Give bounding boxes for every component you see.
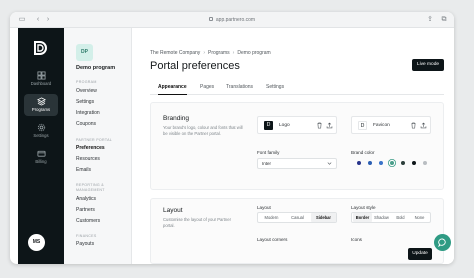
- tab-bar: Appearance Pages Translations Settings: [150, 82, 444, 95]
- breadcrumb-item[interactable]: Demo program: [237, 50, 270, 56]
- rail-item-billing[interactable]: Billing: [24, 146, 58, 168]
- branding-description: Your brand's logo, colour and fonts that…: [163, 125, 243, 136]
- tab-settings[interactable]: Settings: [266, 82, 284, 95]
- layout-label: Layout: [257, 205, 271, 210]
- upload-icon[interactable]: [326, 122, 333, 129]
- favicon-label: Favicon: [373, 123, 390, 128]
- main-content: The Remote Company › Programs › Demo program…: [132, 28, 454, 264]
- sidebar-link-payouts[interactable]: Payouts: [76, 241, 94, 247]
- favicon-preview: D: [358, 121, 367, 130]
- brand-color-label: Brand color: [351, 150, 375, 155]
- browser-toolbar: ▭ ‹ › app.partnero.com ⇪ ⧉: [10, 12, 454, 28]
- brand-color-swatch[interactable]: [357, 161, 361, 165]
- brand-color-swatch[interactable]: [412, 161, 416, 165]
- chat-button[interactable]: [434, 234, 451, 251]
- layout-corners-label: Layout corners: [257, 237, 288, 242]
- trash-icon[interactable]: [316, 122, 323, 129]
- favicon-upload[interactable]: D Favicon: [351, 116, 431, 134]
- sidebar-section-title: REPORTING & MANAGEMENT: [76, 183, 105, 192]
- partnero-logo-icon[interactable]: [32, 40, 48, 56]
- sidebar-link-preferences[interactable]: Preferences: [76, 145, 105, 151]
- sidebar-link-overview[interactable]: Overview: [76, 88, 97, 94]
- sidebar-section-title: PROGRAM: [76, 80, 97, 84]
- tab-appearance[interactable]: Appearance: [158, 82, 187, 95]
- sidebar-link-customers[interactable]: Customers: [76, 218, 100, 224]
- tabs-icon[interactable]: ⧉: [440, 16, 448, 24]
- sidebar-link-integration[interactable]: Integration: [76, 110, 100, 116]
- logo-upload[interactable]: D Logo: [257, 116, 337, 134]
- sidebar-toggle-icon[interactable]: ▭: [18, 16, 26, 24]
- style-option-none[interactable]: None: [410, 213, 429, 222]
- font-family-select[interactable]: Inter: [257, 158, 337, 169]
- breadcrumb-separator: ›: [203, 50, 205, 56]
- layout-option-modern[interactable]: Modern: [259, 213, 284, 222]
- logo-preview: D: [264, 121, 273, 130]
- style-option-bold[interactable]: Bold: [391, 213, 410, 222]
- brand-color-swatch[interactable]: [423, 161, 427, 165]
- update-button[interactable]: Update: [408, 248, 432, 260]
- sidebar-link-emails[interactable]: Emails: [76, 167, 91, 173]
- address-bar[interactable]: app.partnero.com: [170, 15, 294, 25]
- layout-title: Layout: [163, 207, 183, 214]
- page-title: Portal preferences: [150, 60, 240, 72]
- program-sidebar: DP Demo program PROGRAM Overview Setting…: [64, 28, 132, 264]
- programs-icon: [36, 97, 46, 106]
- layout-panel: Layout Customise the layout of your Part…: [150, 198, 444, 264]
- program-avatar: DP: [76, 44, 93, 61]
- brand-color-swatch[interactable]: [379, 161, 383, 165]
- sidebar-link-resources[interactable]: Resources: [76, 156, 100, 162]
- share-icon[interactable]: ⇪: [426, 16, 434, 24]
- tab-translations[interactable]: Translations: [226, 82, 253, 95]
- logo-label: Logo: [279, 123, 290, 128]
- upload-icon[interactable]: [420, 122, 427, 129]
- tab-pages[interactable]: Pages: [200, 82, 214, 95]
- brand-color-swatch[interactable]: [390, 161, 394, 165]
- branding-title: Branding: [163, 115, 190, 122]
- program-name[interactable]: Demo program: [76, 65, 115, 71]
- style-option-border[interactable]: Border: [353, 213, 372, 222]
- brand-color-swatch[interactable]: [401, 161, 405, 165]
- sidebar-link-coupons[interactable]: Coupons: [76, 121, 96, 127]
- live-mode-button[interactable]: Live mode: [412, 59, 444, 71]
- breadcrumb: The Remote Company › Programs › Demo program: [150, 50, 271, 56]
- billing-icon: [36, 150, 46, 157]
- rail-item-settings[interactable]: Settings: [24, 120, 58, 142]
- layout-style-selector: Border Shadow Bold None: [351, 212, 431, 223]
- rail-item-programs[interactable]: Programs: [24, 94, 58, 116]
- app-rail: Dashboard Programs Settings Billing MS: [18, 28, 64, 264]
- sidebar-link-partners[interactable]: Partners: [76, 207, 95, 213]
- back-icon[interactable]: ‹: [34, 16, 42, 24]
- brand-color-swatch[interactable]: [368, 161, 372, 165]
- browser-window: ▭ ‹ › app.partnero.com ⇪ ⧉ Dashboard Pro…: [10, 12, 454, 264]
- breadcrumb-item[interactable]: Programs: [208, 50, 230, 56]
- forward-icon[interactable]: ›: [44, 16, 52, 24]
- sidebar-section-title: FINANCES: [76, 234, 97, 238]
- layout-description: Customise the layout of your Partner por…: [163, 217, 231, 228]
- sidebar-link-settings[interactable]: Settings: [76, 99, 94, 105]
- sidebar-section-title: PARTNER PORTAL: [76, 138, 113, 142]
- user-avatar[interactable]: MS: [28, 234, 45, 251]
- lock-icon: [208, 17, 213, 21]
- breadcrumb-separator: ›: [232, 50, 235, 56]
- branding-panel: Branding Your brand's logo, colour and f…: [150, 102, 444, 190]
- layout-style-label: Layout style: [351, 205, 376, 210]
- breadcrumb-item[interactable]: The Remote Company: [150, 50, 200, 56]
- dashboard-icon: [36, 71, 46, 80]
- icons-label: Icons: [351, 237, 362, 242]
- rail-item-dashboard[interactable]: Dashboard: [24, 68, 58, 90]
- style-option-shadow[interactable]: Shadow: [372, 213, 391, 222]
- chat-icon: [438, 238, 446, 247]
- font-family-value: Inter: [262, 161, 272, 166]
- chevron-down-icon: [327, 162, 332, 165]
- layout-option-casual[interactable]: Casual: [285, 213, 310, 222]
- gear-icon: [37, 123, 45, 132]
- layout-option-sidebar[interactable]: Sidebar: [311, 213, 336, 222]
- brand-color-swatches: [351, 158, 431, 169]
- trash-icon[interactable]: [410, 122, 417, 129]
- layout-selector: Modern Casual Sidebar: [257, 212, 337, 223]
- sidebar-link-analytics[interactable]: Analytics: [76, 196, 96, 202]
- font-family-label: Font family: [257, 150, 280, 155]
